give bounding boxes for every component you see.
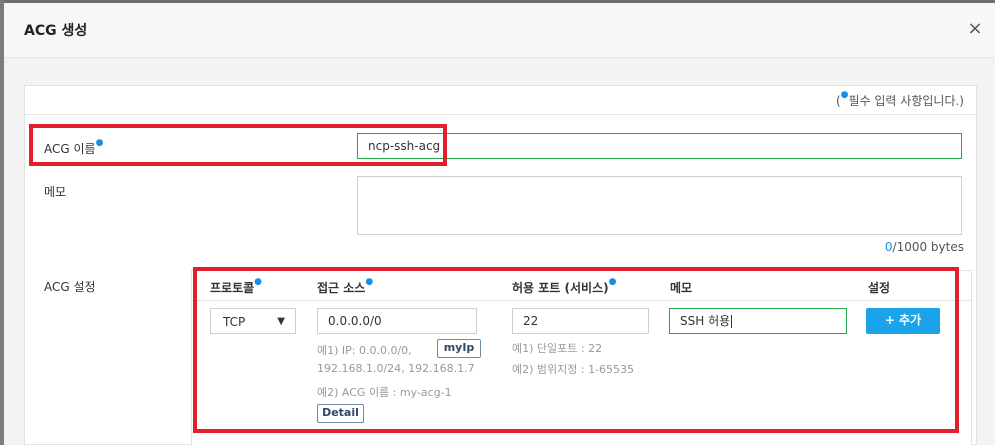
byte-counter: 0/1000 bytes (885, 240, 964, 254)
acg-name-label: ACG 이름● (44, 138, 104, 157)
required-dot-icon: ● (365, 277, 374, 287)
required-dot-icon: ● (254, 277, 263, 287)
col-source-text: 접근 소스 (317, 281, 366, 295)
byte-max: /1000 bytes (892, 240, 964, 254)
acg-name-input[interactable] (357, 133, 962, 159)
col-source: 접근 소스● (317, 277, 374, 296)
byte-current: 0 (884, 240, 893, 254)
col-protocol-text: 프로토콜 (210, 281, 255, 295)
port-input[interactable] (512, 308, 649, 334)
required-note: (●필수 입력 사항입니다.) (835, 90, 965, 109)
source-hint-1-cont: 192.168.1.0/24, 192.168.1.7 (317, 362, 475, 375)
source-hint-1: 예1) IP: 0.0.0.0/0, (317, 344, 412, 357)
acg-name-label-text: ACG 이름 (44, 142, 96, 156)
acg-rule-table: 프로토콜● 접근 소스● 허용 포트 (서비스)● 메모 설정 TCP ▼ my… (191, 270, 972, 445)
add-rule-button[interactable]: + 추가 (866, 308, 940, 334)
source-input[interactable] (317, 308, 477, 334)
text-cursor (731, 315, 733, 328)
col-memo: 메모 (670, 281, 693, 295)
col-setting: 설정 (868, 281, 891, 295)
required-note-text: 필수 입력 사항입니다.) (848, 94, 965, 108)
required-dot-icon: ● (840, 90, 849, 100)
divider (25, 114, 976, 115)
myip-button[interactable]: myIp (437, 339, 481, 358)
close-icon[interactable]: × (965, 19, 985, 39)
memo-label: 메모 (44, 185, 67, 199)
required-dot-icon: ● (608, 277, 617, 287)
col-protocol: 프로토콜● (210, 277, 263, 296)
modal-header: ACG 생성 × (4, 3, 995, 58)
protocol-select[interactable]: TCP ▼ (210, 308, 296, 334)
modal-title: ACG 생성 (24, 23, 88, 39)
required-dot-icon: ● (95, 138, 104, 148)
detail-button[interactable]: Detail (317, 404, 364, 423)
col-port: 허용 포트 (서비스)● (512, 277, 617, 296)
source-hint-2: 예2) ACG 이름 : my-acg-1 (317, 386, 452, 399)
port-hint-1: 예1) 단일포트 : 22 (512, 342, 603, 355)
acg-settings-label: ACG 설정 (44, 280, 96, 294)
rule-memo-input[interactable]: SSH 허용 (669, 308, 847, 334)
rule-memo-value: SSH 허용 (680, 314, 731, 328)
memo-textarea[interactable] (357, 176, 962, 235)
form-panel: (●필수 입력 사항입니다.) ACG 이름● 메모 0/1000 bytes … (24, 85, 977, 445)
port-hint-2: 예2) 범위지정 : 1-65535 (512, 363, 635, 376)
protocol-value: TCP (223, 315, 246, 329)
col-port-text: 허용 포트 (서비스) (512, 281, 609, 295)
acg-create-modal: ACG 생성 × (●필수 입력 사항입니다.) ACG 이름● 메모 0/10… (4, 3, 995, 445)
caret-down-icon: ▼ (277, 316, 285, 327)
required-note-prefix: ( (835, 94, 841, 108)
